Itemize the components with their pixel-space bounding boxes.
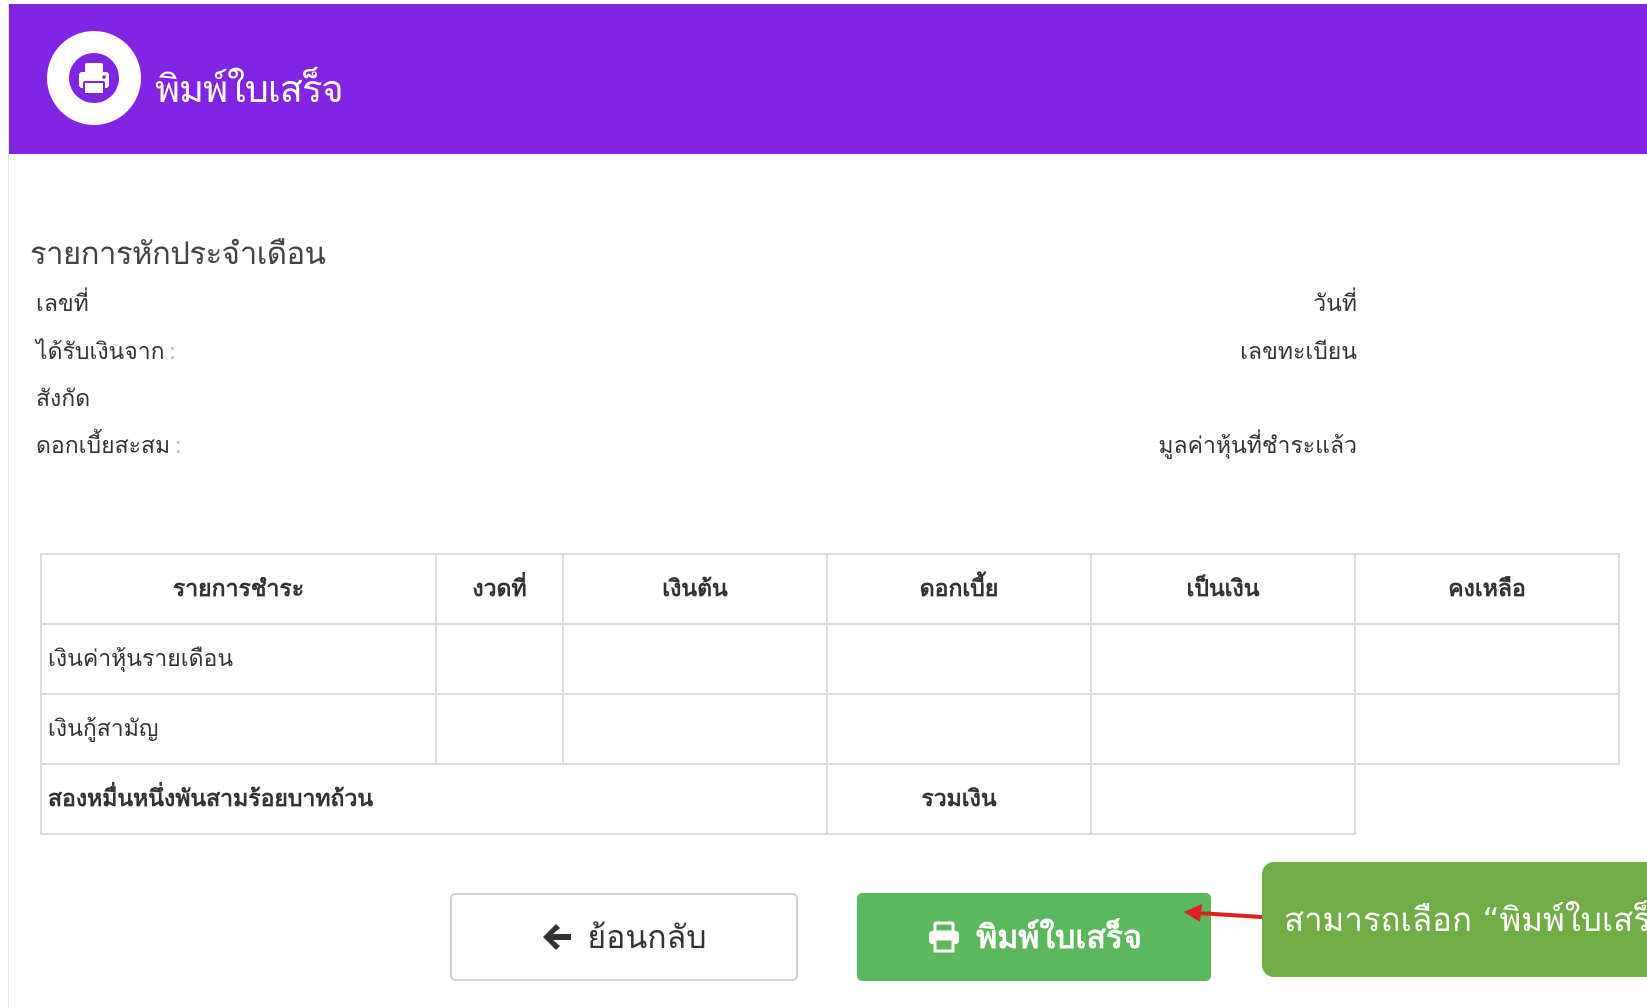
back-button[interactable]: ย้อนกลับ: [450, 893, 798, 981]
column-header: งวดที่: [435, 553, 564, 625]
received-from-sep: :: [168, 339, 177, 365]
table-header-row: รายการชำระ งวดที่ เงินต้น ดอกเบี้ย เป็นเ…: [40, 553, 1620, 625]
print-icon: [69, 53, 119, 103]
table-cell: [1090, 623, 1356, 695]
table-cell: เงินกู้สามัญ: [40, 693, 437, 765]
payment-table: รายการชำระ งวดที่ เงินต้น ดอกเบี้ย เป็นเ…: [40, 553, 1620, 835]
table-cell: [826, 693, 1092, 765]
print-icon: [929, 921, 960, 953]
table-cell: [1354, 693, 1620, 765]
table-row: เงินค่าหุ้นรายเดือน: [40, 623, 1620, 695]
table-row: เงินกู้สามัญ: [40, 693, 1620, 765]
date-label: วันที่: [1313, 291, 1357, 317]
table-cell: [1090, 693, 1356, 765]
column-header: เงินต้น: [562, 553, 828, 625]
total-value: [1090, 763, 1356, 835]
annotation-callout: สามารถเลือก “พิมพ์ใบเสร็จ: [1262, 862, 1647, 977]
total-row: สองหมื่นหนึ่งพันสามร้อยบาทถ้วน รวมเงิน: [40, 763, 1619, 835]
table-cell: [435, 623, 564, 695]
total-amount-text: สองหมื่นหนึ่งพันสามร้อยบาทถ้วน: [40, 763, 828, 835]
column-header: ดอกเบี้ย: [826, 553, 1092, 625]
back-button-label: ย้อนกลับ: [587, 917, 707, 956]
accum-interest-sep: :: [174, 433, 182, 459]
column-header: เป็นเงิน: [1090, 553, 1356, 625]
table-cell: [562, 693, 828, 765]
total-label: รวมเงิน: [826, 763, 1092, 835]
panel-header: พิมพ์ใบเสร็จ: [9, 4, 1647, 154]
empty-cell: [1355, 764, 1619, 834]
affiliation-label: สังกัด: [36, 386, 91, 412]
annotation-arrow: [1184, 904, 1263, 922]
print-receipt-button[interactable]: พิมพ์ใบเสร็จ: [857, 893, 1211, 981]
table-cell: [562, 623, 828, 695]
page-title: พิมพ์ใบเสร็จ: [155, 67, 344, 111]
table-cell: [435, 693, 564, 765]
table-cell: [1354, 623, 1620, 695]
arrow-left-icon: [543, 924, 572, 950]
paid-share-value-label: มูลค่าหุ้นที่ชำระแล้ว: [1158, 433, 1357, 459]
receipt-panel: พิมพ์ใบเสร็จ: [8, 4, 1647, 1008]
header-badge: [47, 31, 141, 125]
print-button-label: พิมพ์ใบเสร็จ: [976, 917, 1142, 956]
received-from-field: ได้รับเงินจาก:: [36, 334, 176, 370]
receipt-no-label: เลขที่: [36, 291, 89, 317]
received-from-label: ได้รับเงินจาก: [36, 339, 165, 365]
table-cell: เงินค่าหุ้นรายเดือน: [40, 623, 437, 695]
accum-interest-label: ดอกเบี้ยสะสม: [36, 433, 171, 459]
section-title: รายการหักประจำเดือน: [30, 236, 326, 272]
column-header: รายการชำระ: [40, 553, 437, 625]
register-no-label: เลขทะเบียน: [1240, 339, 1357, 365]
table-cell: [826, 623, 1092, 695]
accum-interest-field: ดอกเบี้ยสะสม:: [36, 428, 182, 464]
column-header: คงเหลือ: [1354, 553, 1620, 625]
